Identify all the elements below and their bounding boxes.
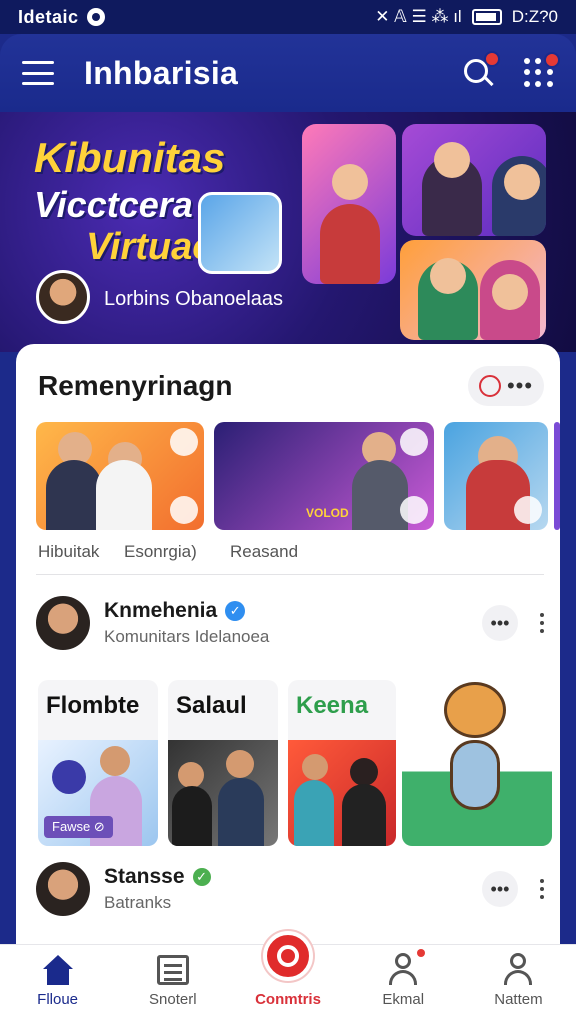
nav-item-profile[interactable]: Nattem — [461, 945, 576, 1024]
post-header: Knmehenia ✓ Komunitars Idelanoea ••• — [36, 596, 544, 650]
notification-badge — [484, 51, 500, 67]
thumb-label: Esonrgia) — [124, 542, 197, 561]
home-icon — [42, 955, 73, 985]
video-thumbnail[interactable] — [444, 422, 548, 530]
more-horizontal-icon[interactable]: ••• — [482, 605, 518, 641]
section-title: Remenyrinagn — [38, 370, 233, 401]
apps-grid-icon[interactable] — [524, 52, 560, 88]
avatar[interactable] — [36, 596, 90, 650]
verified-icon: ✓ — [225, 601, 246, 621]
card-title: Salaul — [176, 692, 247, 719]
post-subtitle: Komunitars Idelanoea — [104, 627, 270, 646]
kebab-menu-icon[interactable] — [540, 613, 544, 633]
more-icon[interactable] — [400, 428, 428, 456]
person-icon — [388, 953, 418, 985]
nav-label: Ekmal — [382, 991, 425, 1008]
clock: D:Z?0 — [511, 7, 558, 26]
app-bar-actions — [462, 51, 560, 89]
nav-item-messages[interactable]: Ekmal — [346, 945, 461, 1024]
app-title: Inhbarisia — [84, 54, 239, 91]
post-meta: Knmehenia ✓ Komunitars Idelanoea — [104, 599, 269, 647]
thumb-label: Hibuitak — [38, 542, 100, 561]
hero-tile-hijab-character — [302, 124, 396, 284]
battery-icon — [471, 9, 502, 25]
verified-icon: ✓ — [192, 868, 211, 886]
video-thumbnail[interactable]: VOLOD — [214, 422, 434, 530]
hero-guest-photo — [198, 192, 282, 274]
hero-tile-people — [402, 124, 546, 236]
post-header: Stansse ✓ Batranks ••• — [36, 862, 544, 916]
nav-label: Nattem — [494, 991, 543, 1008]
post-author-name[interactable]: Stansse — [104, 865, 185, 889]
community-icon — [263, 931, 313, 981]
signal-indicators: ✕ 𝔸 ☰ ⁂ ıl — [375, 7, 462, 26]
video-thumbnail[interactable] — [36, 422, 204, 530]
card-title: Keena — [296, 692, 369, 719]
thumb-label: Reasand — [230, 542, 299, 561]
divider — [36, 574, 544, 575]
nav-label: Snoterl — [149, 991, 197, 1008]
hero-banner[interactable]: Kibunitas Vicctcera Virtuaol Lorbins Oba… — [0, 112, 576, 352]
notification-badge — [544, 52, 560, 68]
hero-headline-1: Kibunitas — [34, 134, 226, 181]
nav-item-feed[interactable]: Snoterl — [115, 945, 230, 1024]
card-image — [168, 740, 278, 846]
status-bar: Idetaic ✕ 𝔸 ☰ ⁂ ıl D:Z?0 — [0, 0, 576, 34]
post-author-name[interactable]: Knmehenia — [104, 599, 217, 623]
nav-item-community[interactable]: Conmtris — [230, 931, 345, 1024]
hamburger-menu-icon[interactable] — [22, 61, 54, 85]
hero-headline-2: Vicctcera — [34, 184, 193, 225]
kebab-menu-icon[interactable] — [540, 879, 544, 899]
feed-icon — [156, 955, 189, 985]
notification-badge — [416, 949, 425, 957]
app-bar: Inhbarisia — [0, 34, 576, 112]
nav-label: Conmtris — [255, 991, 321, 1008]
host-name: Lorbins Obanoelaas — [104, 288, 284, 310]
play-icon[interactable] — [170, 496, 198, 524]
post-actions: ••• — [482, 605, 544, 641]
content-sheet: Remenyrinagn ••• VOLOD Hibuitak Esonrgia… — [16, 344, 560, 944]
host-avatar — [36, 270, 90, 324]
post-subtitle: Batranks — [104, 893, 172, 912]
notification-icon — [86, 8, 105, 26]
more-horizontal-icon[interactable]: ••• — [482, 871, 518, 907]
video-thumbnail-partial[interactable] — [554, 422, 560, 530]
avatar[interactable] — [36, 862, 90, 916]
card-title: Flombte — [46, 692, 140, 719]
play-icon[interactable] — [400, 496, 428, 524]
play-icon[interactable] — [514, 496, 542, 524]
carrier-label: Idetaic — [18, 6, 79, 27]
hero-tile-family — [400, 240, 546, 340]
nav-label: Flloue — [37, 991, 79, 1008]
card-image — [288, 740, 396, 846]
status-indicators: ✕ 𝔸 ☰ ⁂ ıl D:Z?0 — [375, 7, 558, 27]
more-icon[interactable] — [170, 428, 198, 456]
mascot-card[interactable] — [402, 680, 552, 846]
bottom-navigation: Flloue Snoterl Conmtris Ekmal Nattem — [0, 931, 576, 1024]
content-card[interactable]: Flombte Fawse ⊘ — [38, 680, 158, 846]
thumb-caption: VOLOD — [306, 506, 349, 520]
content-card[interactable]: Keena — [288, 680, 396, 846]
content-card[interactable]: Salaul — [168, 680, 278, 846]
card-tag: Fawse ⊘ — [44, 816, 113, 838]
post-meta: Stansse ✓ Batranks — [104, 865, 211, 913]
mascot-illustration — [438, 682, 512, 832]
nav-item-home[interactable]: Flloue — [0, 945, 115, 1024]
search-icon[interactable] — [462, 51, 500, 89]
person-icon — [503, 953, 533, 985]
section-more-button[interactable]: ••• — [468, 366, 544, 406]
record-icon — [478, 375, 501, 397]
more-horizontal-icon: ••• — [506, 373, 534, 398]
post-actions: ••• — [482, 871, 544, 907]
